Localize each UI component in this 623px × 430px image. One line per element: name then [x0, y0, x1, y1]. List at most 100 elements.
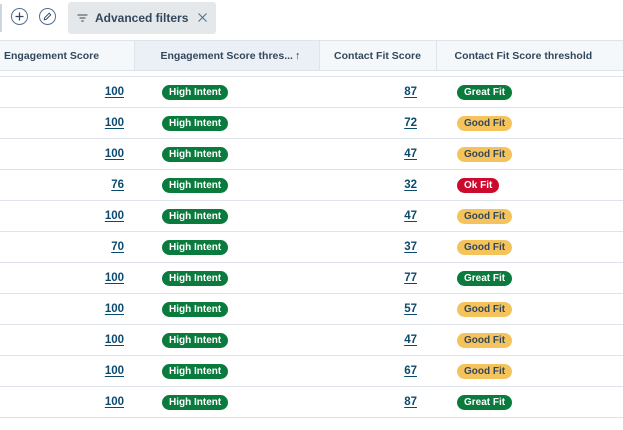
engagement-score-link[interactable]: 100 — [105, 117, 124, 129]
contact-fit-threshold-badge: Good Fit — [457, 115, 513, 131]
contact-fit-threshold-badge: Great Fit — [457, 394, 513, 410]
column-header-contact-fit-score[interactable]: Contact Fit Score — [319, 40, 437, 71]
contact-fit-score-cell: 47 — [319, 324, 436, 356]
contact-fit-score-link[interactable]: 47 — [404, 334, 417, 346]
contact-fit-score-link[interactable]: 37 — [404, 241, 417, 253]
table-row: 100 High Intent 77 Great Fit — [0, 262, 623, 294]
contact-fit-score-link[interactable]: 67 — [404, 365, 417, 377]
table-row: 100 High Intent 67 Good Fit — [0, 355, 623, 387]
filter-icon — [77, 14, 88, 22]
contact-fit-score-link[interactable]: 32 — [404, 179, 417, 191]
close-icon[interactable] — [197, 12, 208, 23]
engagement-score-cell: 100 — [0, 107, 134, 139]
contact-fit-threshold-cell: Great Fit — [436, 76, 623, 108]
engagement-threshold-cell: High Intent — [134, 76, 319, 108]
engagement-score-link[interactable]: 100 — [105, 148, 124, 160]
engagement-score-cell: 70 — [0, 231, 134, 263]
contact-fit-threshold-cell: Great Fit — [436, 262, 623, 294]
sort-ascending-icon[interactable]: ↑ — [295, 50, 301, 62]
engagement-threshold-badge: High Intent — [162, 84, 229, 100]
engagement-score-cell: 100 — [0, 293, 134, 325]
table-row: 76 High Intent 32 Ok Fit — [0, 169, 623, 201]
contact-fit-score-link[interactable]: 47 — [404, 210, 417, 222]
engagement-threshold-badge: High Intent — [162, 394, 229, 410]
table-row: 100 High Intent 47 Good Fit — [0, 324, 623, 356]
column-header-engagement-score[interactable]: Engagement Score — [0, 40, 135, 71]
engagement-threshold-cell: High Intent — [134, 231, 319, 263]
contact-fit-score-cell: 47 — [319, 200, 436, 232]
contact-fit-threshold-cell: Good Fit — [436, 107, 623, 139]
contact-fit-threshold-cell: Ok Fit — [436, 169, 623, 201]
contact-fit-score-link[interactable]: 87 — [404, 396, 417, 408]
table-row: 100 High Intent 57 Good Fit — [0, 293, 623, 325]
contact-fit-threshold-badge: Great Fit — [457, 84, 513, 100]
engagement-score-cell: 100 — [0, 386, 134, 418]
engagement-score-link[interactable]: 100 — [105, 334, 124, 346]
engagement-threshold-badge: High Intent — [162, 270, 229, 286]
engagement-threshold-badge: High Intent — [162, 146, 229, 162]
toolbar-divider — [0, 4, 2, 32]
contact-fit-threshold-badge: Great Fit — [457, 270, 513, 286]
contact-fit-score-link[interactable]: 57 — [404, 303, 417, 315]
edit-button[interactable] — [39, 8, 56, 25]
contact-fit-score-link[interactable]: 47 — [404, 148, 417, 160]
table-row: 100 High Intent 87 Great Fit — [0, 76, 623, 108]
engagement-score-link[interactable]: 76 — [111, 179, 124, 191]
contact-fit-threshold-cell: Good Fit — [436, 324, 623, 356]
engagement-threshold-badge: High Intent — [162, 177, 229, 193]
engagement-score-link[interactable]: 100 — [105, 210, 124, 222]
contact-fit-threshold-badge: Good Fit — [457, 146, 513, 162]
engagement-score-cell: 100 — [0, 355, 134, 387]
contact-fit-threshold-badge: Good Fit — [457, 239, 513, 255]
contact-fit-threshold-cell: Good Fit — [436, 231, 623, 263]
table-row: 100 High Intent 47 Good Fit — [0, 200, 623, 232]
contact-fit-score-cell: 77 — [319, 262, 436, 294]
column-header-label: Engagement Score — [4, 49, 100, 62]
contact-fit-threshold-cell: Good Fit — [436, 293, 623, 325]
engagement-score-link[interactable]: 100 — [105, 86, 124, 98]
contact-fit-threshold-badge: Ok Fit — [457, 177, 500, 193]
contact-fit-score-link[interactable]: 72 — [404, 117, 417, 129]
table-row: 100 High Intent 87 Great Fit — [0, 386, 623, 418]
column-header-label: Contact Fit Score threshold — [454, 49, 593, 62]
toolbar: Advanced filters — [0, 0, 623, 40]
engagement-threshold-badge: High Intent — [162, 208, 229, 224]
engagement-threshold-cell: High Intent — [134, 293, 319, 325]
advanced-filters-button[interactable]: Advanced filters — [68, 2, 216, 34]
table-row: 100 High Intent 47 Good Fit — [0, 138, 623, 170]
contact-fit-score-cell: 37 — [319, 231, 436, 263]
contact-fit-score-link[interactable]: 77 — [404, 272, 417, 284]
engagement-threshold-cell: High Intent — [134, 138, 319, 170]
engagement-threshold-badge: High Intent — [162, 363, 229, 379]
contact-fit-threshold-cell: Good Fit — [436, 200, 623, 232]
table-header-row: Engagement Score Engagement Score thres.… — [0, 40, 623, 71]
contact-fit-threshold-badge: Good Fit — [457, 332, 513, 348]
engagement-score-cell: 100 — [0, 324, 134, 356]
column-header-label: Contact Fit Score — [334, 49, 421, 62]
engagement-score-link[interactable]: 100 — [105, 272, 124, 284]
contact-fit-threshold-badge: Good Fit — [457, 208, 513, 224]
engagement-threshold-badge: High Intent — [162, 301, 229, 317]
plus-icon — [15, 12, 24, 21]
engagement-threshold-badge: High Intent — [162, 332, 229, 348]
engagement-threshold-badge: High Intent — [162, 115, 229, 131]
table-row: 100 High Intent 72 Good Fit — [0, 107, 623, 139]
engagement-score-link[interactable]: 100 — [105, 365, 124, 377]
contact-fit-score-cell: 87 — [319, 76, 436, 108]
engagement-threshold-cell: High Intent — [134, 262, 319, 294]
add-button[interactable] — [11, 8, 28, 25]
contact-fit-threshold-badge: Good Fit — [457, 363, 513, 379]
engagement-threshold-cell: High Intent — [134, 386, 319, 418]
column-header-contact-fit-threshold[interactable]: Contact Fit Score threshold — [436, 40, 623, 71]
contact-fit-score-link[interactable]: 87 — [404, 86, 417, 98]
engagement-threshold-cell: High Intent — [134, 324, 319, 356]
pencil-icon — [43, 12, 52, 21]
advanced-filters-label: Advanced filters — [95, 11, 189, 25]
engagement-score-cell: 100 — [0, 138, 134, 170]
engagement-score-link[interactable]: 100 — [105, 396, 124, 408]
column-header-engagement-threshold[interactable]: Engagement Score thres... ↑ — [134, 40, 320, 71]
table-row: 70 High Intent 37 Good Fit — [0, 231, 623, 263]
engagement-threshold-cell: High Intent — [134, 355, 319, 387]
engagement-score-link[interactable]: 100 — [105, 303, 124, 315]
engagement-score-link[interactable]: 70 — [111, 241, 124, 253]
